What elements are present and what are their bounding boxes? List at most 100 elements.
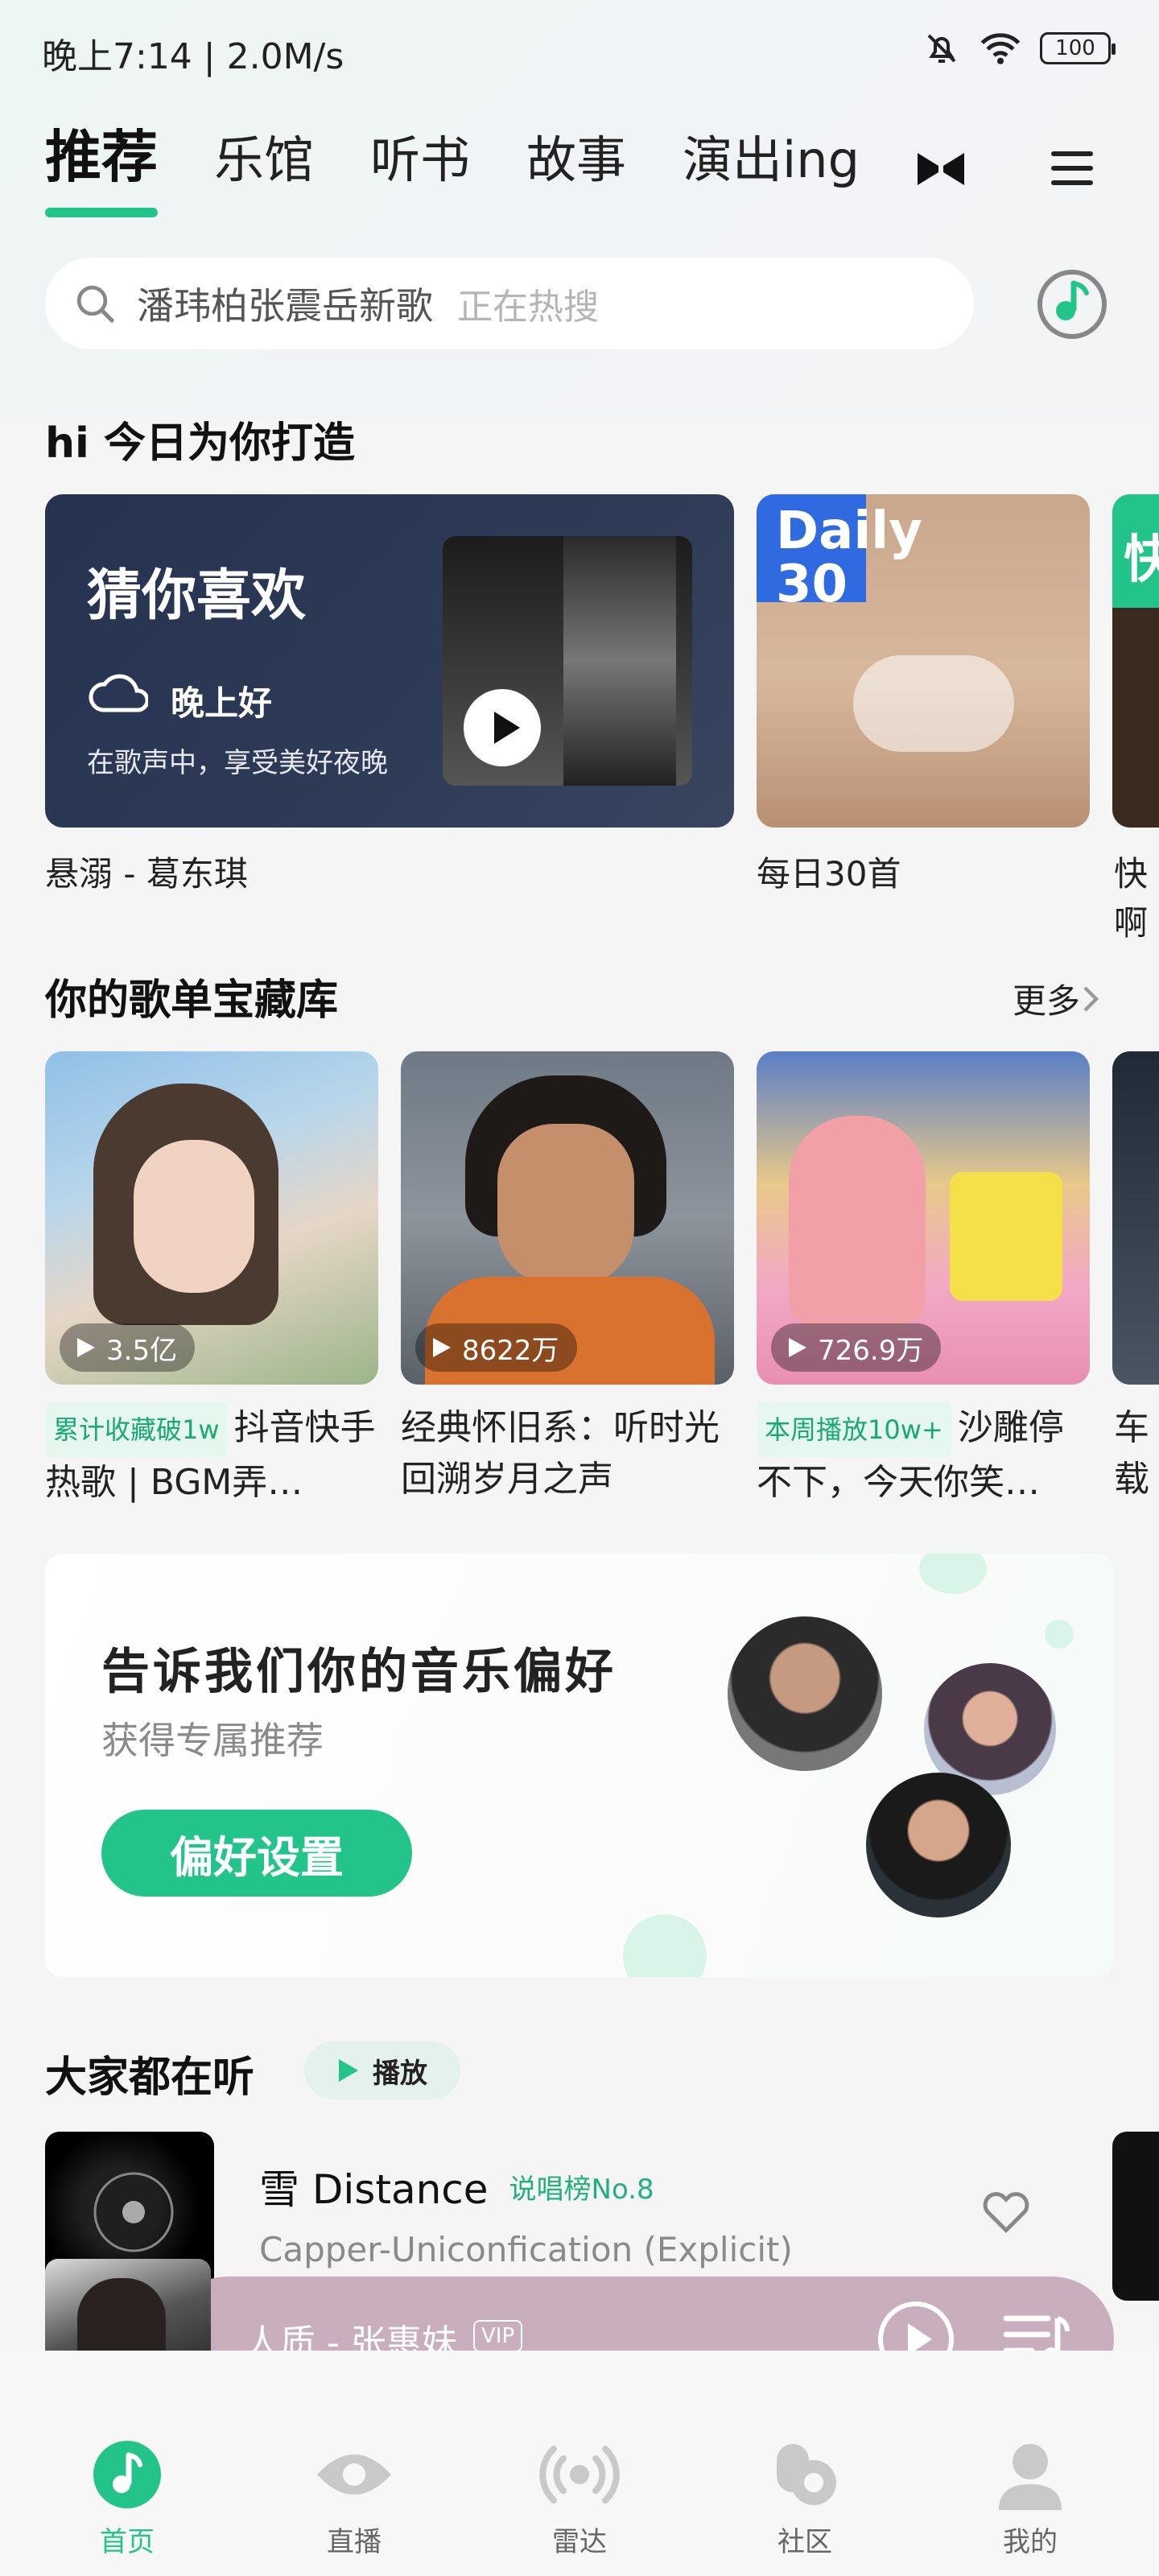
guess-heading: 猜你喜欢 — [87, 564, 307, 628]
top-tabs: 推荐 乐馆 听书 故事 演出ing — [45, 129, 916, 217]
nav-label: 雷达 — [552, 2526, 607, 2558]
song-title-row[interactable]: 雪 Distance 说唱榜No.8 — [259, 2157, 654, 2215]
third-caption: 快啊 — [1114, 854, 1149, 943]
playlist-tag: 累计收藏破1w — [45, 1402, 228, 1457]
status-icons: 100 — [922, 29, 1116, 68]
bowtie-logo-icon[interactable] — [916, 151, 966, 187]
nav-live[interactable]: 直播 — [298, 2439, 410, 2559]
third-card-logo: 快 — [1124, 530, 1159, 590]
more-label: 更多 — [1013, 981, 1081, 1021]
portrait-face — [134, 1140, 254, 1293]
play-count-value: 3.5亿 — [106, 1334, 178, 1367]
tab-music-hall[interactable]: 乐馆 — [214, 135, 314, 185]
cloud-icon — [89, 674, 148, 712]
playlist-card-4[interactable] — [1112, 1051, 1159, 1385]
play-all-button[interactable]: 播放 — [304, 2041, 460, 2099]
search-hint: 正在热搜 — [457, 287, 599, 328]
daily-section-title: hi 今日为你打造 — [45, 419, 355, 468]
wifi-icon — [980, 33, 1021, 64]
vinyl-icon — [93, 2172, 174, 2252]
tab-shows[interactable]: 演出ing — [683, 135, 860, 185]
search-bar[interactable]: 潘玮柏张震岳新歌 正在热搜 — [45, 258, 974, 349]
everyone-section-title: 大家都在听 — [45, 2054, 255, 2102]
playlist-title-2[interactable]: 经典怀旧系：听时光回溯岁月之声 — [401, 1402, 732, 1505]
preference-title: 告诉我们你的音乐偏好 — [101, 1644, 617, 1700]
tab-label: 推荐 — [45, 124, 158, 190]
more-link[interactable]: 更多 — [1013, 974, 1103, 1023]
play-count: 3.5亿 — [60, 1323, 196, 1372]
playlist-title-text: 经典怀旧系：听时光回溯岁月之声 — [401, 1407, 720, 1500]
daily30-card[interactable]: Daily 30 — [757, 494, 1090, 828]
playlist-title-4[interactable]: 车载一路 — [1114, 1402, 1159, 1505]
next-song-cover[interactable] — [1112, 2132, 1159, 2301]
play-all-label: 播放 — [373, 2057, 427, 2090]
guess-you-like-card[interactable]: 猜你喜欢 晚上好 在歌声中，享受美好夜晚 — [45, 494, 734, 828]
search-placeholder: 潘玮柏张震岳新歌 — [137, 284, 433, 328]
third-card[interactable]: 快 — [1112, 494, 1159, 828]
preference-button[interactable]: 偏好设置 — [101, 1810, 412, 1897]
nav-label: 首页 — [100, 2526, 155, 2558]
user-icon — [999, 2444, 1062, 2510]
daily30-caption: 每日30首 — [757, 854, 901, 894]
nav-label: 我的 — [1003, 2526, 1058, 2558]
cartoon-sponge — [950, 1172, 1062, 1301]
cloud-shape — [853, 655, 1014, 752]
chevron-right-icon — [1083, 985, 1099, 1012]
play-count-value: 8622万 — [462, 1334, 559, 1367]
greeting: 晚上好 — [171, 683, 273, 723]
preference-card: 告诉我们你的音乐偏好 获得专属推荐 偏好设置 — [45, 1554, 1114, 1977]
play-count: 726.9万 — [771, 1323, 942, 1372]
playlist-card-3[interactable]: 726.9万 — [757, 1051, 1090, 1385]
nav-radar[interactable]: 雷达 — [523, 2439, 636, 2559]
preference-subtitle: 获得专属推荐 — [101, 1719, 324, 1762]
bell-off-icon — [927, 34, 956, 63]
guess-caption: 悬溺 - 葛东琪 — [45, 854, 248, 894]
tab-story[interactable]: 故事 — [526, 135, 626, 185]
figure-shape — [563, 536, 676, 786]
nav-community[interactable]: 社区 — [749, 2439, 861, 2559]
search-icon — [76, 285, 114, 323]
play-icon — [789, 1338, 806, 1357]
playlist-title-3[interactable]: 本周播放10w+ 沙雕停不下，今天你笑… — [757, 1402, 1088, 1505]
status-time: 晚上7:14 | 2.0M/s — [42, 36, 344, 77]
play-icon — [77, 1338, 95, 1357]
song-name: 雪 Distance — [259, 2166, 489, 2213]
tab-indicator — [45, 208, 158, 217]
song-artist: Capper-Uniconfication (Explicit) — [259, 2230, 793, 2269]
playlist-card-1[interactable]: 3.5亿 — [45, 1051, 378, 1385]
artist-avatar-1 — [728, 1616, 882, 1771]
nav-profile[interactable]: 我的 — [974, 2439, 1087, 2559]
playlist-card-2[interactable]: 8622万 — [401, 1051, 734, 1385]
nav-label: 直播 — [327, 2526, 382, 2558]
play-count: 8622万 — [415, 1323, 577, 1372]
guess-subtitle: 在歌声中，享受美好夜晚 — [87, 747, 388, 779]
decor-circle — [1045, 1620, 1074, 1649]
nav-label: 社区 — [777, 2526, 832, 2558]
tab-audiobook[interactable]: 听书 — [370, 135, 470, 185]
heart-icon[interactable] — [979, 2186, 1033, 2235]
play-icon — [433, 1338, 451, 1357]
nav-home[interactable]: 首页 — [71, 2439, 184, 2559]
decor-circle — [919, 1554, 987, 1594]
community-icon — [777, 2444, 836, 2505]
chart-badge: 说唱榜No.8 — [509, 2173, 654, 2206]
menu-icon[interactable] — [1050, 148, 1095, 188]
daily30-logo: Daily — [776, 502, 922, 561]
artist-avatar-3 — [866, 1773, 1011, 1918]
radar-icon — [539, 2446, 620, 2504]
play-icon[interactable] — [462, 687, 542, 768]
cartoon-star — [789, 1116, 926, 1325]
playlist-tag: 本周播放10w+ — [757, 1402, 951, 1457]
decor-circle — [623, 1914, 707, 1977]
playlist-section-title: 你的歌单宝藏库 — [45, 976, 339, 1025]
home-music-icon — [93, 2441, 161, 2508]
play-icon — [339, 2059, 358, 2082]
play-count-value: 726.9万 — [818, 1334, 924, 1367]
eye-icon — [317, 2454, 391, 2495]
playlist-title-1[interactable]: 累计收藏破1w 抖音快手热歌 | BGM弄… — [45, 1402, 377, 1505]
vip-badge: VIP — [473, 2320, 523, 2352]
tab-recommend[interactable]: 推荐 — [45, 129, 158, 217]
daily30-logo-number: 30 — [776, 555, 848, 614]
battery-icon: 100 — [1040, 32, 1116, 64]
music-recognition-icon[interactable] — [1033, 266, 1111, 343]
